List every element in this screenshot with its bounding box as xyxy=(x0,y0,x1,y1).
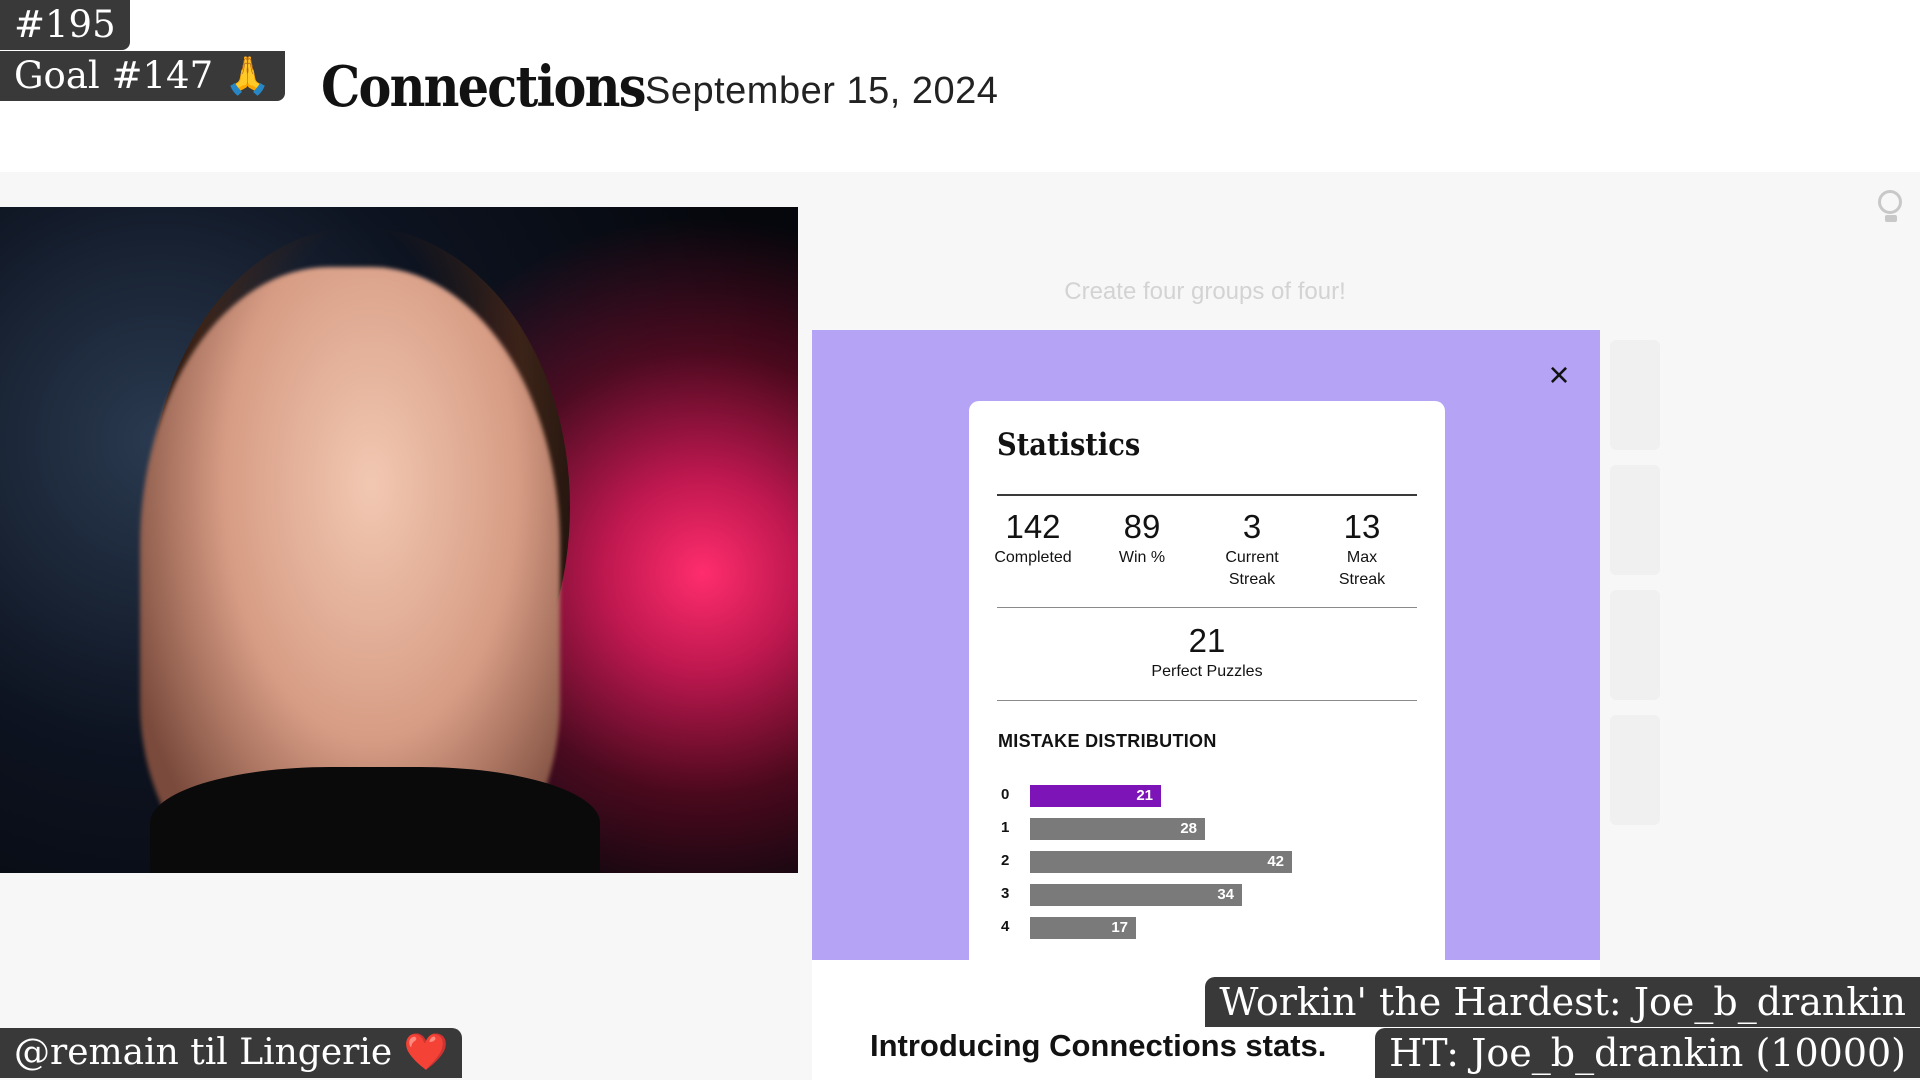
ghost-tile xyxy=(1610,465,1660,575)
puzzle-date: September 15, 2024 xyxy=(645,70,999,112)
close-icon[interactable]: × xyxy=(1542,357,1576,393)
distribution-bar: 28 xyxy=(1030,818,1205,840)
mistake-distribution-title: MISTAKE DISTRIBUTION xyxy=(998,731,1217,751)
mistake-count-label: 0 xyxy=(1001,786,1010,803)
mistake-count-label: 4 xyxy=(1001,918,1010,935)
divider xyxy=(997,607,1417,608)
distribution-bar: 42 xyxy=(1030,851,1292,873)
game-subtitle: Create four groups of four! xyxy=(1064,278,1346,305)
lightbulb-icon[interactable] xyxy=(1878,190,1904,224)
game-title: Connections xyxy=(321,54,646,120)
statistics-card: Statistics 142 Completed 89 Win % 3 Curr… xyxy=(969,401,1445,961)
ghost-tile xyxy=(1610,715,1660,825)
game-header: Connections September 15, 2024 xyxy=(0,0,1920,172)
overlay-number: #195 xyxy=(0,0,130,50)
webcam-feed xyxy=(0,207,798,873)
distribution-bar: 17 xyxy=(1030,917,1136,939)
mistake-count-label: 2 xyxy=(1001,852,1010,869)
stat-win-percent: 89 Win % xyxy=(1118,508,1166,566)
mistake-count-label: 3 xyxy=(1001,885,1010,902)
overlay-goal: Goal #147 🙏 xyxy=(0,51,285,101)
divider xyxy=(997,700,1417,701)
divider xyxy=(997,494,1417,496)
ghost-tile xyxy=(1610,590,1660,700)
overlay-workin: Workin' the Hardest: Joe_b_drankin xyxy=(1205,977,1920,1027)
stat-current-streak: 3 Current Streak xyxy=(1225,508,1279,588)
footer-text: Introducing Connections stats. xyxy=(870,1028,1327,1063)
distribution-bar: 21 xyxy=(1030,785,1161,807)
heart-icon: ❤️ xyxy=(403,1032,449,1073)
stat-max-streak: 13 Max Streak xyxy=(1338,508,1386,588)
overlay-ht: HT: Joe_b_drankin (10000) xyxy=(1375,1028,1920,1078)
stat-perfect-puzzles: 21 Perfect Puzzles xyxy=(1151,622,1263,680)
overlay-remain: @remain til Lingerie ❤️ xyxy=(0,1028,463,1078)
mistake-count-label: 1 xyxy=(1001,819,1010,836)
distribution-bar: 34 xyxy=(1030,884,1242,906)
stat-completed: 142 Completed xyxy=(994,508,1072,566)
statistics-title: Statistics xyxy=(997,427,1141,463)
pray-icon: 🙏 xyxy=(224,54,271,97)
ghost-tile xyxy=(1610,340,1660,450)
